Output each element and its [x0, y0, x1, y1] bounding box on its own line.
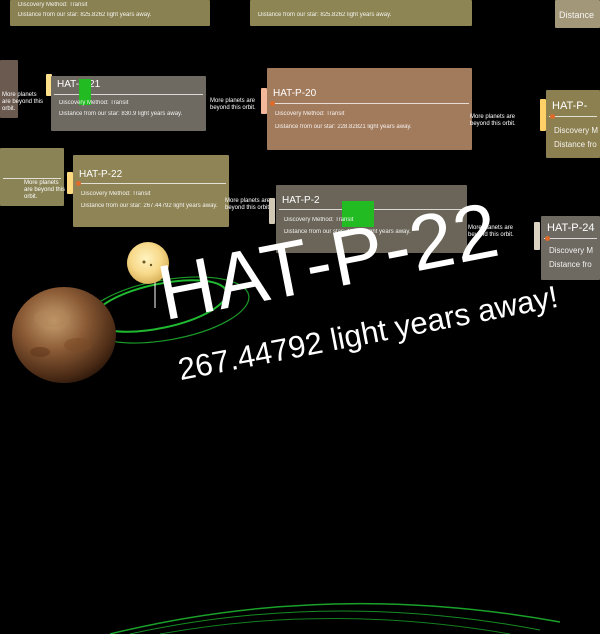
planet-hat-p-22-icon[interactable]: [12, 287, 116, 383]
lower-orbit-rings: [109, 602, 561, 634]
